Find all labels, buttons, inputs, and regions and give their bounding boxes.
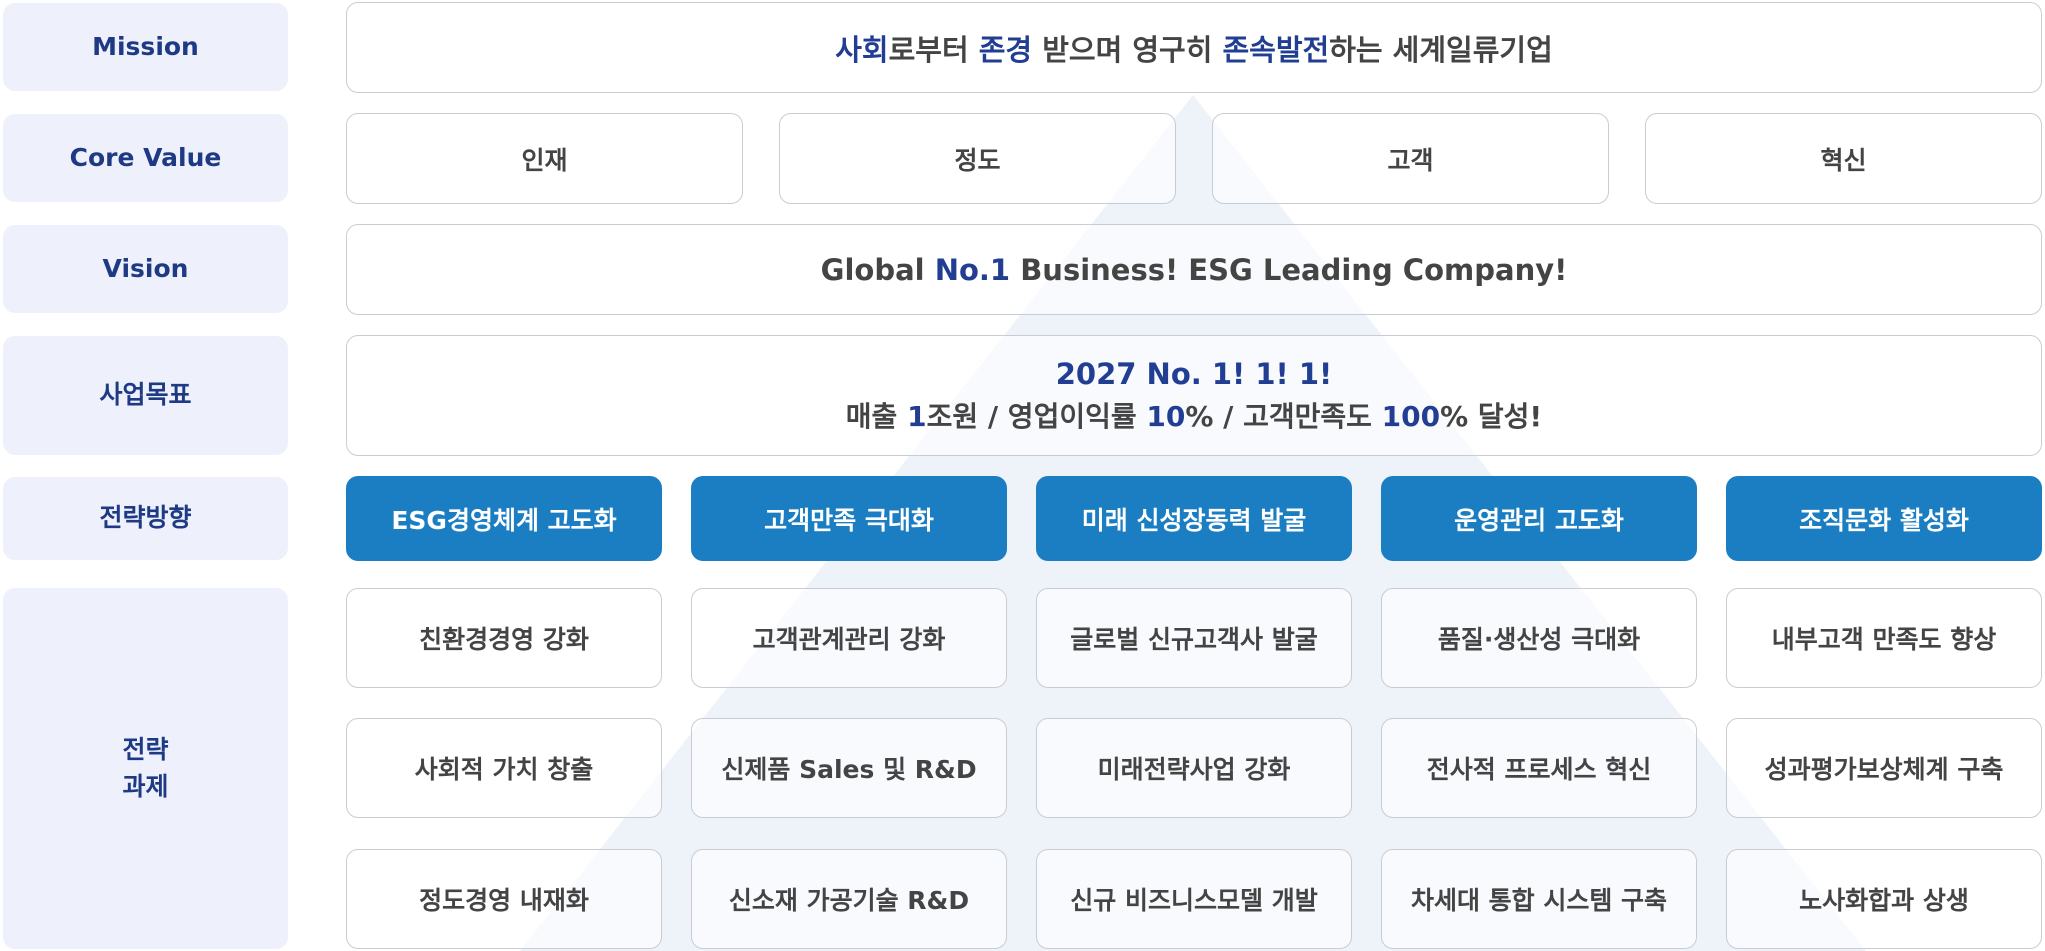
- strategy-task-box: 내부고객 만족도 향상: [1726, 588, 2042, 688]
- strategy-direction-box: 조직문화 활성화: [1726, 476, 2042, 561]
- label-strategy-task: 전략 과제: [3, 588, 288, 949]
- core-value-box: 혁신: [1645, 113, 2042, 204]
- strategy-task-box: 정도경영 내재화: [346, 849, 662, 949]
- label-mission: Mission: [3, 3, 288, 91]
- mission-statement: 사회로부터 존경 받으며 영구히 존속발전하는 세계일류기업: [835, 32, 1553, 67]
- strategy-direction-box: 운영관리 고도화: [1381, 476, 1697, 561]
- mission-box: 사회로부터 존경 받으며 영구히 존속발전하는 세계일류기업: [346, 2, 2042, 93]
- strategy-direction-box: 고객만족 극대화: [691, 476, 1007, 561]
- strategy-task-box: 신소재 가공기술 R&D: [691, 849, 1007, 949]
- label-core-value: Core Value: [3, 114, 288, 202]
- strategy-task-box: 사회적 가치 창출: [346, 718, 662, 818]
- business-goal-box: 2027 No. 1! 1! 1! 매출 1조원 / 영업이익률 10% / 고…: [346, 335, 2042, 456]
- business-goal-targets: 매출 1조원 / 영업이익률 10% / 고객만족도 100% 달성!: [845, 399, 1543, 433]
- strategy-task-box: 전사적 프로세스 혁신: [1381, 718, 1697, 818]
- label-strategy-direction: 전략방향: [3, 477, 288, 560]
- strategy-task-box: 품질·생산성 극대화: [1381, 588, 1697, 688]
- strategy-task-box: 차세대 통합 시스템 구축: [1381, 849, 1697, 949]
- label-business-goal: 사업목표: [3, 336, 288, 455]
- strategy-task-box: 글로벌 신규고객사 발굴: [1036, 588, 1352, 688]
- strategy-task-box: 고객관계관리 강화: [691, 588, 1007, 688]
- vision-statement: Global No.1 Business! ESG Leading Compan…: [820, 252, 1568, 287]
- strategy-direction-box: ESG경영체계 고도화: [346, 476, 662, 561]
- strategy-task-box: 성과평가보상체계 구축: [1726, 718, 2042, 818]
- strategy-task-box: 신제품 Sales 및 R&D: [691, 718, 1007, 818]
- strategy-task-box: 신규 비즈니스모델 개발: [1036, 849, 1352, 949]
- core-value-box: 인재: [346, 113, 743, 204]
- strategy-direction-box: 미래 신성장동력 발굴: [1036, 476, 1352, 561]
- core-value-box: 정도: [779, 113, 1176, 204]
- label-vision: Vision: [3, 225, 288, 313]
- strategy-task-box: 노사화합과 상생: [1726, 849, 2042, 949]
- core-value-box: 고객: [1212, 113, 1609, 204]
- strategy-task-box: 미래전략사업 강화: [1036, 718, 1352, 818]
- business-goal-headline: 2027 No. 1! 1! 1!: [1055, 356, 1333, 391]
- vision-box: Global No.1 Business! ESG Leading Compan…: [346, 224, 2042, 315]
- strategy-task-box: 친환경경영 강화: [346, 588, 662, 688]
